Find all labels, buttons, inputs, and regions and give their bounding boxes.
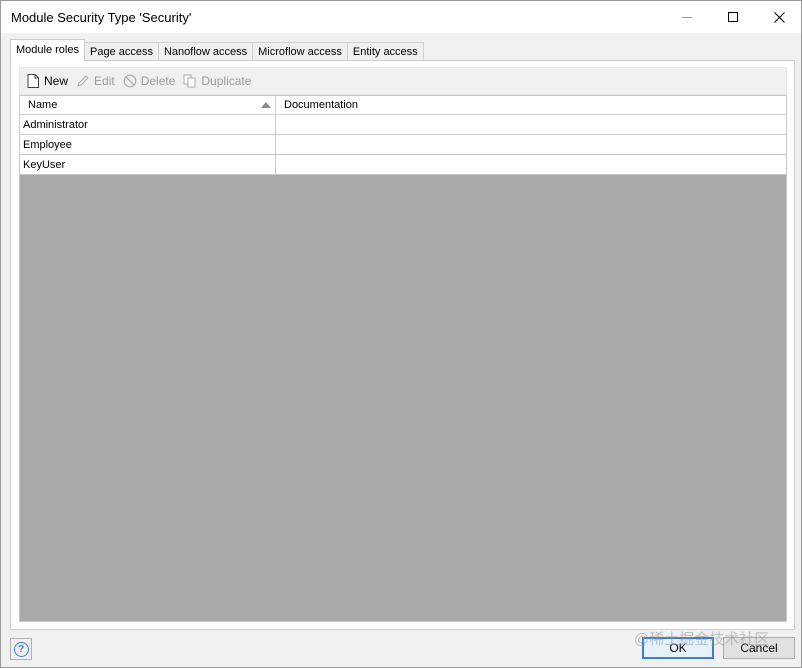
tab-strip: Module roles Page access Nanoflow access… — [10, 39, 424, 61]
close-button[interactable] — [756, 1, 802, 33]
new-button[interactable]: New — [26, 74, 68, 88]
window-title: Module Security Type 'Security' — [11, 10, 192, 25]
delete-label: Delete — [140, 74, 176, 88]
tab-page-access[interactable]: Page access — [83, 42, 159, 61]
toolbar: New Edit Delete Duplicate — [19, 67, 787, 95]
table-row[interactable]: Employee — [20, 135, 786, 155]
role-documentation-cell — [276, 155, 786, 174]
minimize-button[interactable] — [664, 1, 710, 33]
module-roles-panel: New Edit Delete Duplicate Name Documenta… — [10, 60, 795, 630]
grid-header: Name Documentation — [20, 96, 786, 115]
help-button[interactable]: ? — [10, 638, 32, 660]
role-name-cell: KeyUser — [20, 155, 276, 174]
dialog-window: Module Security Type 'Security' Module r… — [0, 0, 802, 668]
minimize-icon — [682, 16, 692, 18]
ok-button[interactable]: OK — [642, 637, 714, 659]
tab-module-roles[interactable]: Module roles — [10, 39, 85, 61]
close-icon — [773, 11, 785, 23]
edit-label: Edit — [94, 74, 115, 88]
tab-nanoflow-access[interactable]: Nanoflow access — [157, 42, 254, 61]
sort-ascending-icon — [261, 102, 271, 108]
column-header-documentation[interactable]: Documentation — [276, 96, 786, 114]
table-row[interactable]: Administrator — [20, 115, 786, 135]
duplicate-icon — [183, 74, 197, 88]
cancel-button[interactable]: Cancel — [723, 637, 795, 659]
new-label: New — [44, 74, 69, 88]
delete-button[interactable]: Delete — [123, 74, 176, 88]
edit-button[interactable]: Edit — [76, 74, 115, 88]
column-header-name[interactable]: Name — [20, 96, 276, 114]
new-document-icon — [26, 74, 40, 88]
role-documentation-cell — [276, 135, 786, 154]
no-entry-icon — [123, 74, 137, 88]
tab-microflow-access[interactable]: Microflow access — [252, 42, 348, 61]
duplicate-label: Duplicate — [201, 74, 252, 88]
role-documentation-cell — [276, 115, 786, 134]
module-roles-grid: Name Documentation Administrator Employe… — [19, 95, 787, 622]
role-name-cell: Employee — [20, 135, 276, 154]
pencil-icon — [76, 74, 90, 88]
tab-entity-access[interactable]: Entity access — [346, 42, 424, 61]
role-name-cell: Administrator — [20, 115, 276, 134]
help-icon: ? — [13, 641, 29, 657]
title-bar: Module Security Type 'Security' — [1, 1, 801, 33]
table-row[interactable]: KeyUser — [20, 155, 786, 175]
maximize-icon — [728, 12, 738, 22]
duplicate-button[interactable]: Duplicate — [183, 74, 251, 88]
maximize-button[interactable] — [710, 1, 756, 33]
